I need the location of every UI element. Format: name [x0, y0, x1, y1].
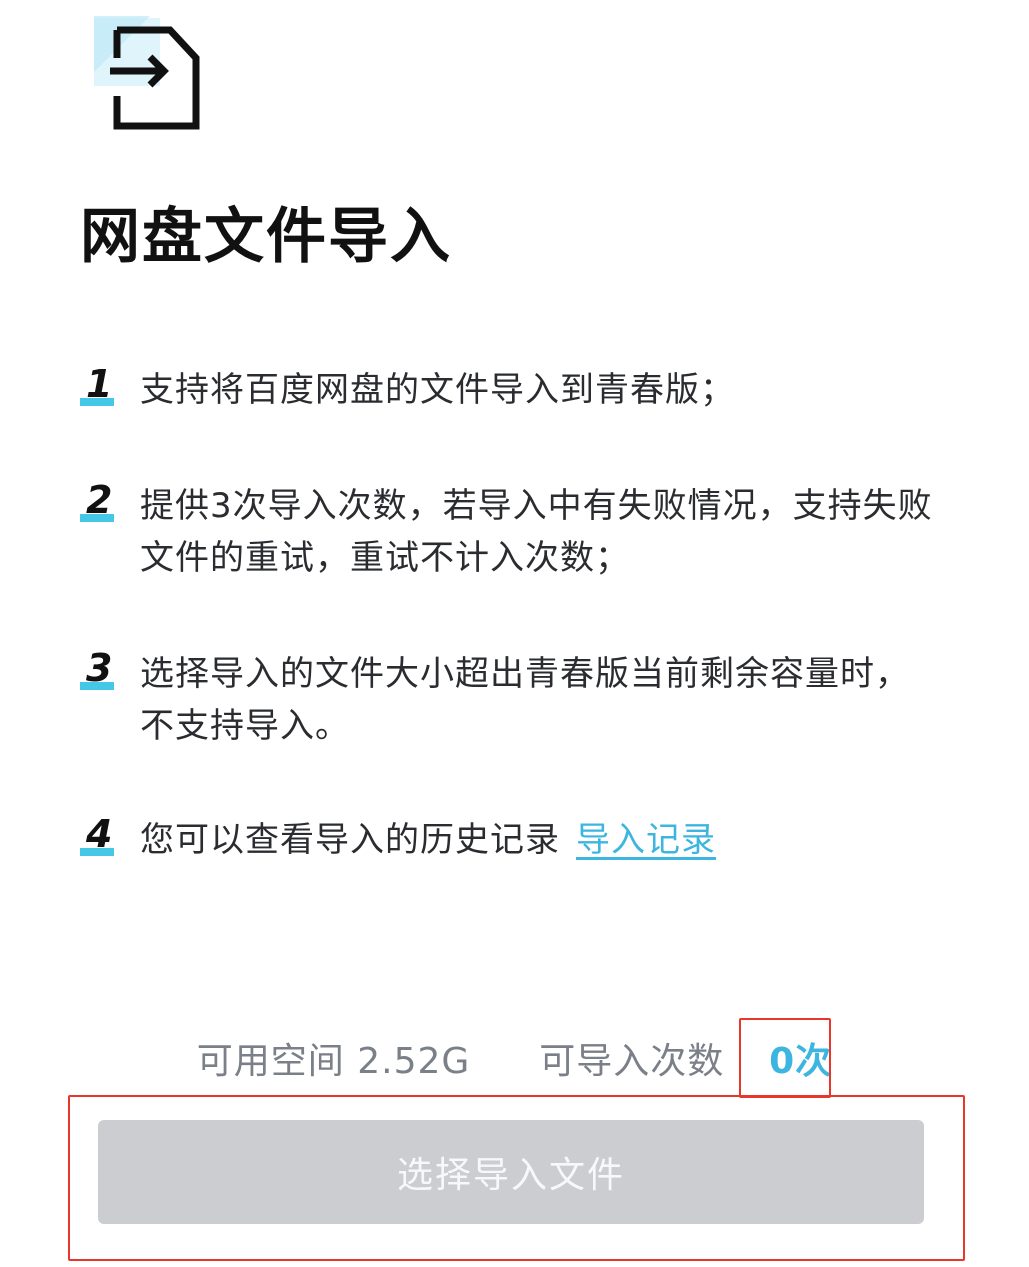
step-text: 选择导入的文件大小超出青春版当前剩余容量时，不支持导入。: [140, 654, 910, 746]
step-number: 2: [80, 478, 116, 524]
select-import-file-button[interactable]: 选择导入文件: [98, 1120, 924, 1224]
import-count-label: 可导入次数: [539, 1041, 725, 1082]
step-number: 4: [80, 812, 116, 858]
import-history-link[interactable]: 导入记录: [576, 820, 716, 860]
step-number: 3: [80, 646, 116, 692]
step-text: 提供3次导入次数，若导入中有失败情况，支持失败文件的重试，重试不计入次数；: [140, 486, 933, 578]
available-space: 可用空间 2.52G: [196, 1041, 471, 1082]
step-text-content: 您可以查看导入的历史记录: [140, 820, 560, 860]
page-title: 网盘文件导入: [80, 202, 452, 272]
count-highlight-box: [739, 1018, 831, 1098]
step-number: 1: [80, 362, 116, 408]
step-text: 支持将百度网盘的文件导入到青春版；: [140, 370, 735, 410]
step-text: 您可以查看导入的历史记录 导入记录: [140, 814, 940, 866]
file-import-icon: [80, 16, 206, 134]
footer-info: 可用空间 2.52G 可导入次数 0次: [0, 1032, 1029, 1084]
